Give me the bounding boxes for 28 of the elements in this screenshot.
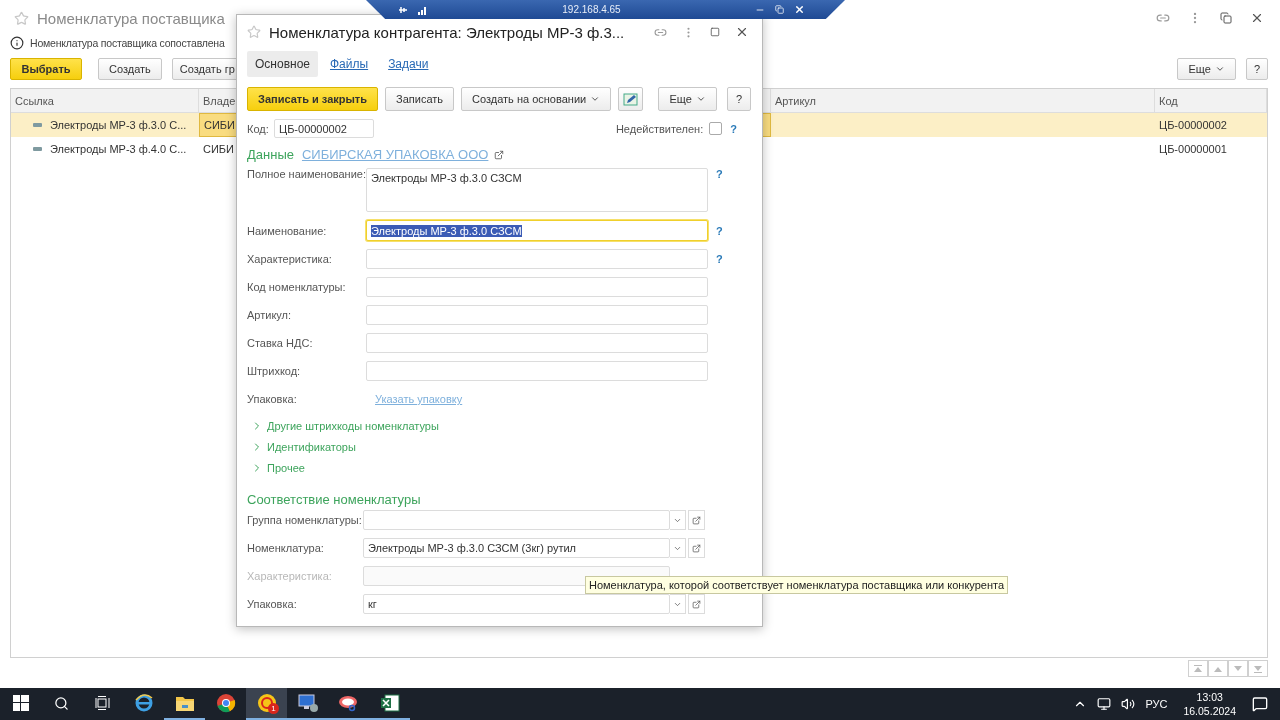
field-label: Ставка НДС: (247, 337, 314, 349)
table-cell: СИБИ (203, 143, 234, 155)
badge: 1 (268, 703, 279, 714)
window-title: Номенклатура поставщика (37, 9, 225, 27)
info-text: Номенклатура поставщика сопоставлена (30, 37, 225, 49)
table-cell: ЦБ-00000001 (1159, 143, 1227, 155)
table-cell: Электроды МР-3 ф.3.0 С... (50, 119, 187, 131)
field-label: Упаковка: (247, 598, 298, 610)
field-label: Упаковка: (247, 393, 298, 405)
field-label: Артикул: (247, 309, 293, 321)
field-label: Номенклатура: (247, 542, 325, 554)
section-title: Соответствие номенклатуры (247, 492, 421, 507)
tooltip: Номенклатура, которой соответствует номенклатура поставщика или конкурента (585, 576, 1009, 594)
field-label: Полное наименование: (247, 168, 366, 180)
field-label: Характеристика: (247, 570, 333, 582)
field-label: Штрихкод: (247, 365, 302, 377)
section-title: Данные (247, 147, 294, 162)
field-label: Группа номенклатуры: (247, 514, 363, 526)
field-label: Код: (247, 122, 270, 135)
dialog-title: Номенклатура контрагента: Электроды МР-3 ф.3... (269, 23, 625, 41)
address-text: 192.168.4.65 (562, 4, 621, 15)
field-label: Код номенклатуры: (247, 281, 347, 293)
table-cell: ЦБ-00000002 (1159, 119, 1227, 131)
table-cell: СИБИ (204, 119, 235, 131)
field-label: Наименование: (247, 224, 328, 237)
field-label: Недействителен: (615, 122, 704, 135)
table-cell: Электроды МР-3 ф.4.0 С... (50, 143, 187, 155)
field-label: Характеристика: (247, 253, 333, 265)
